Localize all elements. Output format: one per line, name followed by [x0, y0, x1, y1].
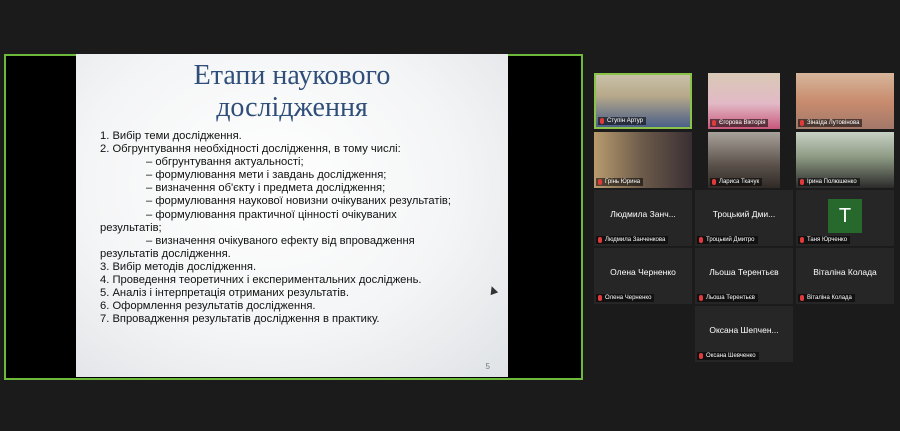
participant-nametag: Лариса Ткачук: [710, 178, 763, 186]
participant-nametag: Льоша Терентьєв: [697, 294, 758, 302]
participant-avatar: T: [828, 199, 862, 233]
slide-line: – формулювання наукової новизни очікуван…: [146, 195, 451, 208]
participant-nametag: Таня Юрченко: [798, 236, 851, 244]
slide-line: – формулювання мети і завдань дослідженн…: [146, 169, 387, 182]
participant-nametag: Грінь Юрина: [596, 178, 644, 186]
participant-display-name: Льоша Терентьєв: [709, 267, 779, 277]
presentation-slide: Етапи наукового дослідження 1. Вибір тем…: [76, 54, 508, 377]
mic-muted-icon: [712, 179, 716, 185]
slide-line: 3. Вибір методів дослідження.: [100, 260, 257, 273]
slide-line: результатів;: [100, 221, 162, 234]
slide-title: Етапи наукового дослідження: [193, 60, 391, 123]
participant-nametag: Єгорова Вікторія: [710, 119, 769, 127]
participant-tile[interactable]: Оксана Шепчен... Оксана Шевченко: [695, 306, 793, 362]
participant-tile[interactable]: Троцький Дми... Троцький Дмитро: [695, 190, 793, 246]
participant-display-name: Олена Черненко: [610, 267, 676, 277]
mic-muted-icon: [699, 353, 703, 359]
mic-muted-icon: [800, 295, 804, 301]
participant-nametag: Ступін Артур: [598, 117, 647, 125]
mic-muted-icon: [598, 295, 602, 301]
slide-line: 4. Проведення теоретичних і експеримента…: [100, 274, 422, 287]
slide-line: 7. Впровадження результатів дослідження …: [100, 313, 380, 326]
participant-nametag: Троцький Дмитро: [697, 236, 758, 244]
participant-nametag: Людмила Занченкова: [596, 236, 669, 244]
slide-line: 1. Вибір теми дослідження.: [100, 130, 242, 142]
mic-muted-icon: [598, 179, 602, 185]
participant-tile[interactable]: Льоша Терентьєв Льоша Терентьєв: [695, 248, 793, 304]
participant-display-name: Людмила Занч...: [610, 209, 676, 219]
participant-display-name: Оксана Шепчен...: [709, 325, 779, 335]
participant-nametag: Ірина Полюшенко: [798, 178, 860, 186]
participant-nametag: Олена Черненко: [596, 294, 655, 302]
participant-display-name: Віталіна Колада: [813, 267, 877, 277]
participant-nametag: Віталіна Колада: [798, 294, 855, 302]
participant-tile[interactable]: Зінаїда Лутовінова: [796, 73, 894, 129]
participant-tile[interactable]: Лариса Ткачук: [708, 132, 780, 188]
participant-tile[interactable]: Грінь Юрина: [594, 132, 692, 188]
mic-muted-icon: [800, 179, 804, 185]
participant-nametag: Зінаїда Лутовінова: [798, 119, 863, 127]
slide-body: 1. Вибір теми дослідження. 2. Обгрунтува…: [100, 130, 500, 326]
slide-line: 5. Аналіз і інтерпретація отриманих резу…: [100, 287, 349, 300]
mic-muted-icon: [598, 237, 602, 243]
participant-tile[interactable]: Олена Черненко Олена Черненко: [594, 248, 692, 304]
slide-line: 6. Оформлення результатів дослідження.: [100, 300, 316, 313]
mic-muted-icon: [712, 120, 716, 126]
participant-tile[interactable]: Ступін Артур: [594, 73, 692, 129]
participant-nametag: Оксана Шевченко: [697, 352, 759, 360]
mic-muted-icon: [800, 237, 804, 243]
slide-line: результатів дослідження.: [100, 247, 231, 260]
slide-page-number: 5: [485, 362, 490, 371]
participant-tile[interactable]: Віталіна Колада Віталіна Колада: [796, 248, 894, 304]
participant-tile[interactable]: T Таня Юрченко: [796, 190, 894, 246]
slide-line: 2. Обгрунтування необхідності дослідженн…: [100, 143, 401, 156]
mic-muted-icon: [699, 237, 703, 243]
participant-display-name: Троцький Дми...: [712, 209, 776, 219]
participant-tile[interactable]: Людмила Занч... Людмила Занченкова: [594, 190, 692, 246]
participant-tile[interactable]: Єгорова Вікторія: [708, 73, 780, 129]
mic-muted-icon: [699, 295, 703, 301]
mic-muted-icon: [800, 120, 804, 126]
participant-tile[interactable]: Ірина Полюшенко: [796, 132, 894, 188]
slide-line: – формулювання практичної цінності очіку…: [146, 208, 397, 221]
slide-line: – визначення очікуваного ефекту від впро…: [146, 234, 415, 247]
mic-muted-icon: [600, 118, 604, 124]
slide-line: – обгрунтування актуальності;: [146, 156, 304, 169]
slide-line: – визначення об'єкту і предмета дослідже…: [146, 182, 386, 195]
